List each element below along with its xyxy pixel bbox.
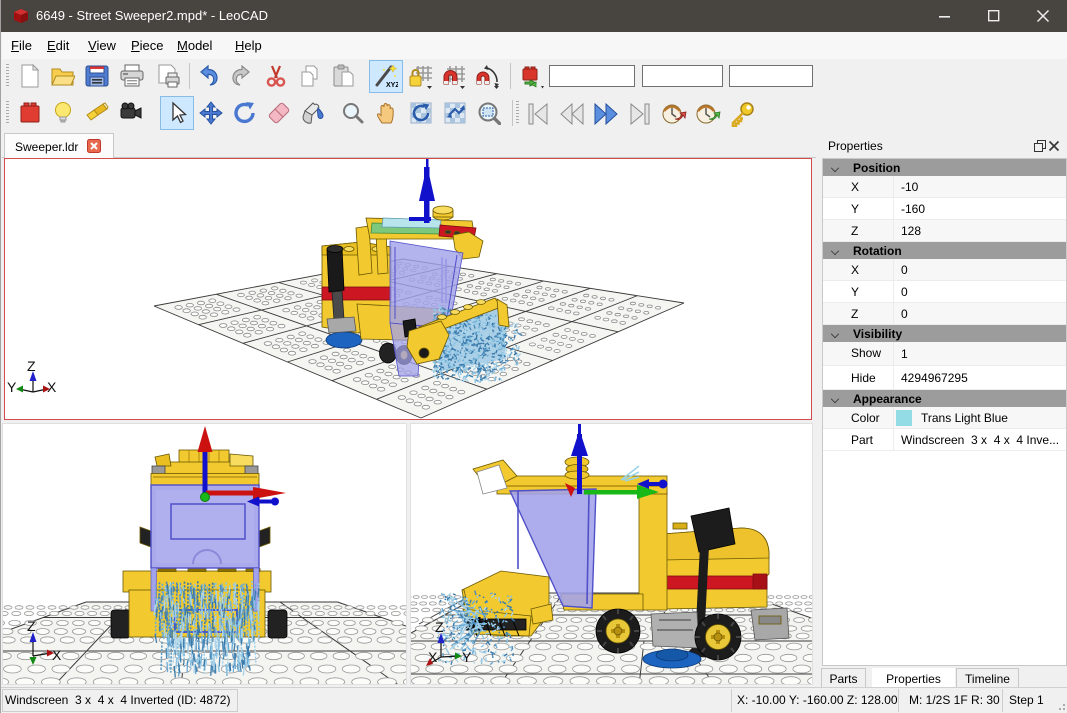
svg-text:X: X <box>47 379 57 395</box>
svg-text:Y: Y <box>7 379 17 395</box>
svg-text:Z: Z <box>27 358 36 374</box>
svg-text:Z: Z <box>27 618 36 634</box>
svg-text:X: X <box>52 647 62 663</box>
svg-text:Y: Y <box>462 649 472 665</box>
svg-text:Z: Z <box>435 619 444 635</box>
svg-text:XYZ: XYZ <box>386 82 398 88</box>
